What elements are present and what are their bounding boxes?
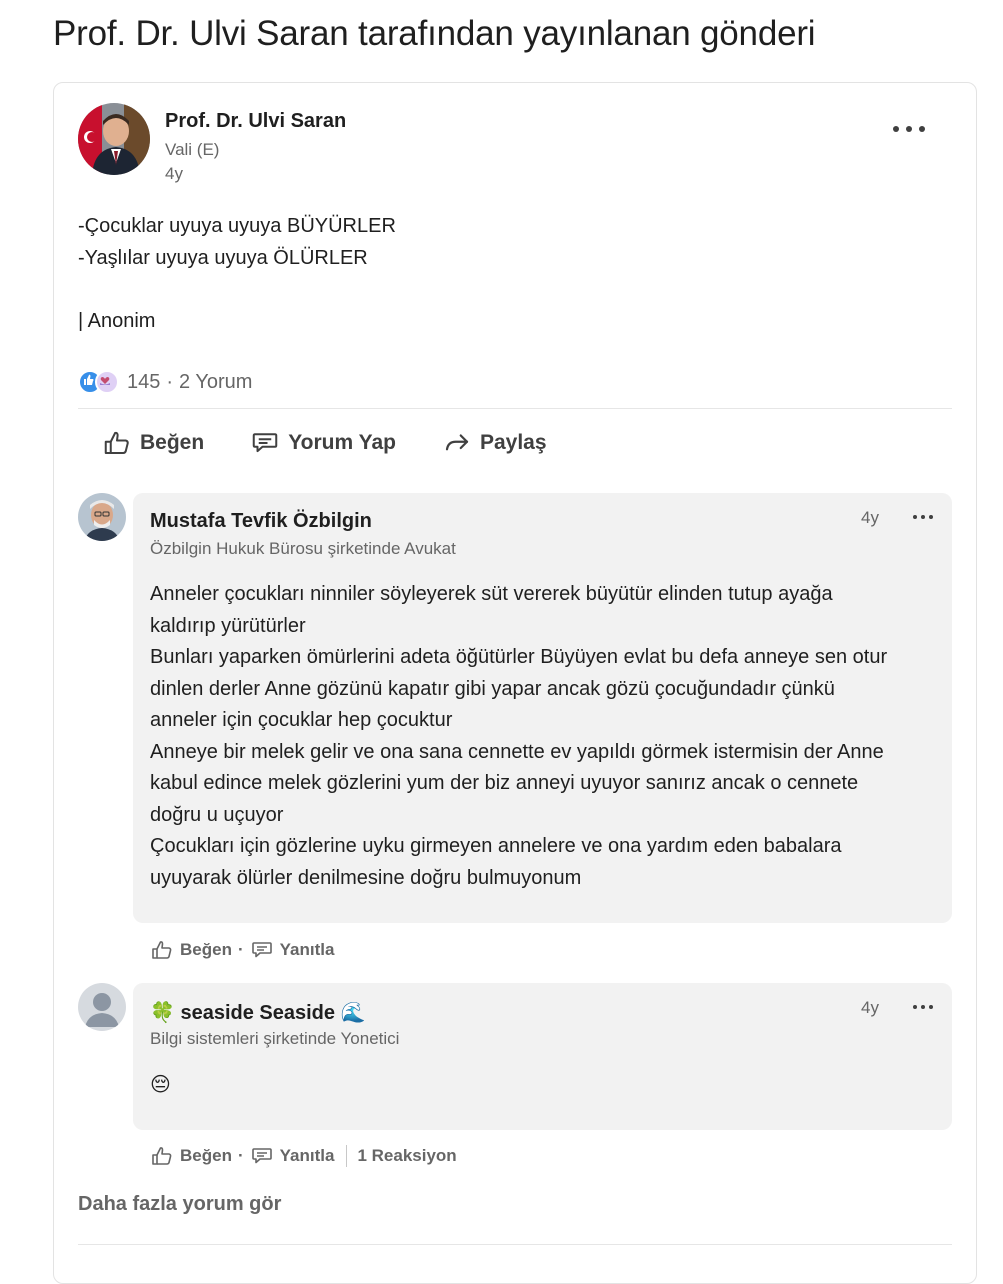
commenter-avatar[interactable] bbox=[78, 493, 126, 541]
commenter-avatar[interactable] bbox=[78, 983, 126, 1031]
separator-dot: · bbox=[237, 1146, 244, 1165]
thumbs-up-icon bbox=[152, 941, 172, 959]
comment-text: 😔 bbox=[150, 1074, 171, 1096]
reactions-summary[interactable]: 145 · 2 Yorum bbox=[78, 369, 252, 395]
comment-time: 4y bbox=[861, 508, 879, 527]
post-actions: Beğen Yorum Yap Paylaş bbox=[102, 424, 593, 462]
comment-actions: Beğen · Yanıtla bbox=[150, 937, 334, 963]
wave-emoji: 🌊 bbox=[340, 1002, 366, 1024]
reaction-count: 145 bbox=[127, 370, 161, 393]
load-more-comments-button[interactable]: Daha fazla yorum gör bbox=[78, 1193, 281, 1216]
commenter-name-row[interactable]: 🍀 seaside Seaside 🌊 bbox=[150, 1000, 366, 1025]
post-more-options-icon[interactable] bbox=[890, 117, 930, 139]
comment-like-label: Beğen bbox=[180, 1146, 232, 1165]
clover-emoji: 🍀 bbox=[150, 1002, 175, 1024]
support-reaction-icon bbox=[95, 370, 119, 394]
commenter-name: seaside Seaside bbox=[180, 1002, 336, 1024]
comment-reactions-count[interactable]: 1 Reaksiyon bbox=[357, 1146, 456, 1166]
thumbs-up-icon bbox=[152, 1147, 172, 1165]
like-button-label: Beğen bbox=[140, 431, 205, 454]
divider bbox=[78, 1244, 952, 1245]
author-name[interactable]: Prof. Dr. Ulvi Saran bbox=[165, 110, 346, 133]
comment-count[interactable]: 2 Yorum bbox=[179, 371, 252, 394]
commenter-headline: Özbilgin Hukuk Bürosu şirketinde Avukat bbox=[150, 539, 456, 558]
comment-icon bbox=[252, 433, 278, 453]
reaction-separator: · bbox=[166, 370, 174, 393]
page-title: Prof. Dr. Ulvi Saran tarafından yayınlan… bbox=[53, 14, 816, 53]
share-button[interactable]: Paylaş bbox=[442, 428, 547, 458]
commenter-name[interactable]: Mustafa Tevfik Özbilgin bbox=[150, 510, 372, 533]
commenter-headline: Bilgi sistemleri şirketinde Yonetici bbox=[150, 1029, 400, 1048]
like-button[interactable]: Beğen bbox=[102, 428, 204, 458]
comment-more-options-icon[interactable] bbox=[911, 1002, 935, 1012]
comment-button-label: Yorum Yap bbox=[288, 431, 396, 454]
comment-text: Anneler çocukları ninniler söyleyerek sü… bbox=[150, 583, 888, 889]
separator-dot: · bbox=[237, 940, 244, 959]
reply-icon bbox=[251, 942, 272, 958]
comment-reply-label: Yanıtla bbox=[279, 940, 335, 959]
comment-like-button[interactable]: Beğen bbox=[150, 938, 232, 962]
comment-reply-button[interactable]: Yanıtla bbox=[250, 938, 335, 962]
comment-like-button[interactable]: Beğen bbox=[150, 1144, 232, 1168]
comment-reply-button[interactable]: Yanıtla bbox=[250, 1144, 335, 1168]
thumbs-up-icon bbox=[104, 431, 129, 454]
share-arrow-icon bbox=[445, 434, 469, 451]
share-button-label: Paylaş bbox=[479, 431, 547, 454]
comment-like-label: Beğen bbox=[180, 940, 232, 959]
comment-reply-label: Yanıtla bbox=[279, 1146, 335, 1165]
comment-time: 4y bbox=[861, 998, 879, 1017]
author-headline: Vali (E) bbox=[165, 140, 220, 159]
comment-actions: Beğen · Yanıtla 1 Reaksiyon bbox=[150, 1143, 457, 1169]
post-time: 4y bbox=[165, 164, 183, 183]
comment-button[interactable]: Yorum Yap bbox=[250, 428, 396, 458]
author-avatar[interactable] bbox=[78, 103, 150, 175]
post-card: Prof. Dr. Ulvi Saran Vali (E) 4y -Çocukl… bbox=[53, 82, 977, 1284]
reply-icon bbox=[251, 1148, 272, 1164]
post-text: -Çocuklar uyuya uyuya BÜYÜRLER -Yaşlılar… bbox=[78, 215, 396, 332]
comment-more-options-icon[interactable] bbox=[911, 512, 935, 522]
vertical-divider bbox=[346, 1145, 348, 1167]
divider bbox=[78, 408, 952, 409]
